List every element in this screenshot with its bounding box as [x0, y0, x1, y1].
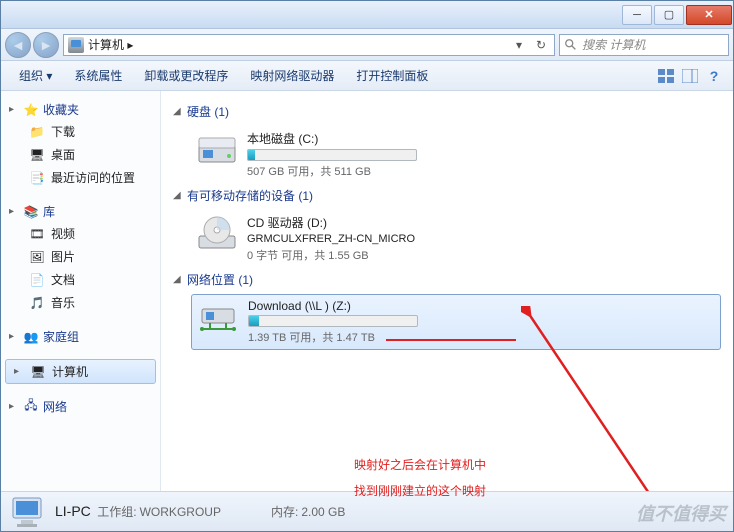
system-properties-button[interactable]: 系统属性	[64, 63, 132, 88]
annotation-underline	[386, 339, 516, 341]
library-icon: 📚	[23, 204, 39, 220]
maximize-button[interactable]: ▢	[654, 5, 684, 25]
memory-value: 2.00 GB	[301, 505, 345, 519]
search-placeholder: 搜索 计算机	[582, 36, 645, 53]
collapse-icon: ◢	[173, 190, 183, 201]
hdd-icon	[195, 130, 239, 170]
navbar: ◄ ► 计算机 ▸ ▾ ↻ 搜索 计算机	[1, 29, 733, 61]
address-dropdown-icon[interactable]: ▾	[510, 36, 528, 54]
search-input[interactable]: 搜索 计算机	[559, 34, 729, 56]
search-icon	[564, 38, 578, 52]
collapse-icon: ◢	[173, 274, 183, 285]
drive-local-c[interactable]: 本地磁盘 (C:) 507 GB 可用，共 511 GB	[191, 126, 721, 183]
chevron-icon: ▸	[9, 401, 19, 412]
document-icon: 📄	[29, 272, 45, 288]
nav-back-button[interactable]: ◄	[5, 32, 31, 58]
usage-bar	[248, 315, 418, 327]
drive-network-z[interactable]: Download (\\L ) (Z:) 1.39 TB 可用，共 1.47 T…	[191, 294, 721, 350]
chevron-icon: ▸	[14, 366, 24, 377]
drive-status: 0 字节 可用，共 1.55 GB	[247, 247, 717, 263]
picture-icon: 🖼	[29, 249, 45, 265]
status-pc-name: LI-PC	[55, 503, 91, 519]
computer-large-icon	[9, 496, 45, 528]
preview-pane-icon[interactable]	[679, 65, 701, 87]
refresh-icon[interactable]: ↻	[532, 36, 550, 54]
drive-sublabel: GRMCULXFRER_ZH-CN_MICRO	[247, 233, 717, 245]
music-icon: 🎵	[29, 295, 45, 311]
chevron-icon: ▸	[9, 206, 19, 217]
content-area: ◢ 硬盘 (1) 本地磁盘 (C:) 507 GB 可用，共 511 GB ◢ …	[161, 91, 733, 491]
drive-name: CD 驱动器 (D:)	[247, 214, 717, 231]
desktop-icon: 🖥	[29, 147, 45, 163]
navigation-pane: ▸ ⭐ 收藏夹 📁下载 🖥桌面 📑最近访问的位置 ▸ 📚 库 🎞视频 🖼图片 📄…	[1, 91, 161, 491]
memory-label: 内存:	[271, 505, 298, 519]
annotation-text: 映射好之后会在计算机中 找到刚刚建立的这个映射	[354, 452, 486, 504]
chevron-icon: ▸	[9, 104, 19, 115]
sidebar-item-documents[interactable]: 📄文档	[1, 268, 160, 291]
section-removable-header[interactable]: ◢ 有可移动存储的设备 (1)	[173, 187, 721, 204]
workgroup-label: 工作组:	[97, 505, 136, 519]
drive-cd-d[interactable]: CD 驱动器 (D:) GRMCULXFRER_ZH-CN_MICRO 0 字节…	[191, 210, 721, 267]
minimize-button[interactable]: ─	[622, 5, 652, 25]
usage-bar	[247, 149, 417, 161]
view-icon[interactable]	[655, 65, 677, 87]
cd-icon	[195, 214, 239, 254]
sidebar-item-desktop[interactable]: 🖥桌面	[1, 143, 160, 166]
network-icon: 🖧	[23, 399, 39, 415]
workgroup-value: WORKGROUP	[140, 505, 221, 519]
sidebar-item-music[interactable]: 🎵音乐	[1, 291, 160, 314]
sidebar-network[interactable]: ▸ 🖧 网络	[1, 396, 160, 417]
sidebar-item-recent[interactable]: 📑最近访问的位置	[1, 166, 160, 189]
star-icon: ⭐	[23, 102, 39, 118]
drive-name: Download (\\L ) (Z:)	[248, 299, 716, 313]
organize-button[interactable]: 组织 ▾	[9, 63, 62, 88]
titlebar: ─ ▢ ✕	[1, 1, 733, 29]
address-bar[interactable]: 计算机 ▸ ▾ ↻	[63, 34, 555, 56]
drive-status: 1.39 TB 可用，共 1.47 TB	[248, 329, 716, 345]
sidebar-computer[interactable]: ▸ 🖥 计算机	[5, 359, 156, 384]
recent-icon: 📑	[29, 170, 45, 186]
computer-icon: 🖥	[30, 364, 46, 380]
uninstall-button[interactable]: 卸载或更改程序	[134, 63, 238, 88]
collapse-icon: ◢	[173, 106, 183, 117]
help-icon[interactable]: ?	[703, 65, 725, 87]
nav-forward-button[interactable]: ►	[33, 32, 59, 58]
sidebar-libraries-header[interactable]: ▸ 📚 库	[1, 201, 160, 222]
map-drive-button[interactable]: 映射网络驱动器	[240, 63, 344, 88]
chevron-icon: ▸	[9, 331, 19, 342]
section-hdd-header[interactable]: ◢ 硬盘 (1)	[173, 103, 721, 120]
address-path: 计算机 ▸	[88, 36, 506, 53]
watermark: 值不值得买	[636, 500, 726, 526]
sidebar-favorites-header[interactable]: ▸ ⭐ 收藏夹	[1, 99, 160, 120]
sidebar-item-downloads[interactable]: 📁下载	[1, 120, 160, 143]
drive-status: 507 GB 可用，共 511 GB	[247, 163, 717, 179]
sidebar-item-videos[interactable]: 🎞视频	[1, 222, 160, 245]
control-panel-button[interactable]: 打开控制面板	[346, 63, 438, 88]
video-icon: 🎞	[29, 226, 45, 242]
homegroup-icon: 👥	[23, 329, 39, 345]
toolbar: 组织 ▾ 系统属性 卸载或更改程序 映射网络驱动器 打开控制面板 ?	[1, 61, 733, 91]
computer-icon	[68, 37, 84, 53]
network-drive-icon	[196, 299, 240, 339]
section-network-header[interactable]: ◢ 网络位置 (1)	[173, 271, 721, 288]
folder-icon: 📁	[29, 124, 45, 140]
sidebar-homegroup[interactable]: ▸ 👥 家庭组	[1, 326, 160, 347]
drive-name: 本地磁盘 (C:)	[247, 130, 717, 147]
sidebar-item-pictures[interactable]: 🖼图片	[1, 245, 160, 268]
close-button[interactable]: ✕	[686, 5, 732, 25]
